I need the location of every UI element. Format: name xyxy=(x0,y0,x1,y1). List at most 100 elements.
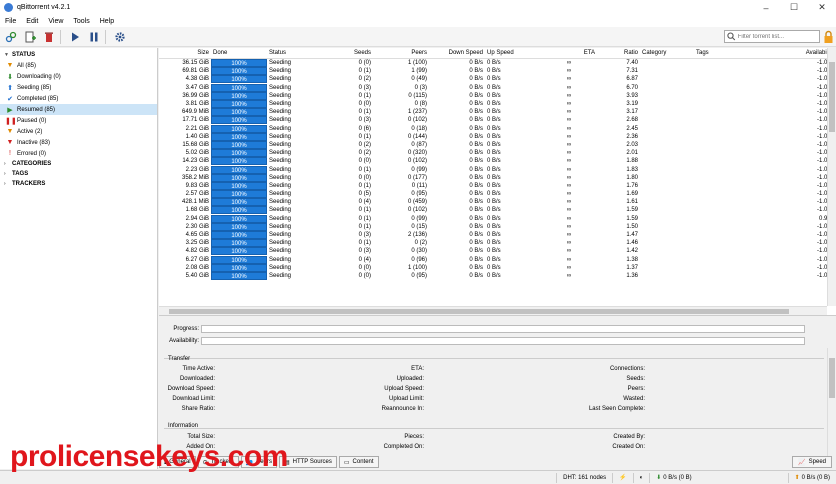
table-row[interactable]: 3.81 GiB 100% Seeding 0 (0) 0 (8) 0 B/s 0 B/s ∞… xyxy=(159,100,836,109)
column-header-done[interactable]: Done xyxy=(211,48,267,59)
upload-speed-status[interactable]: ⬆ 0 B/s (0 B) xyxy=(787,472,836,483)
menu-file[interactable]: File xyxy=(0,18,21,25)
speed-button[interactable]: 📈 Speed xyxy=(792,456,832,468)
column-header-tags[interactable]: Tags xyxy=(694,48,750,59)
cell-size: 2.23 GiB xyxy=(185,166,209,173)
horizontal-scrollbar[interactable] xyxy=(159,306,827,315)
sidebar-item-seeding[interactable]: ⬆ Seeding (85) xyxy=(0,82,157,93)
column-header-category[interactable]: Category xyxy=(640,48,694,59)
menu-view[interactable]: View xyxy=(43,18,68,25)
sidebar-item-active[interactable]: ▼ Active (2) xyxy=(0,126,157,137)
information-field-label: Completed On: xyxy=(383,444,424,450)
sidebar-item-paused[interactable]: ❚❚ Paused (0) xyxy=(0,115,157,126)
alt-speed-toggle[interactable]: ◐ xyxy=(632,472,650,483)
categories-section-header[interactable]: › CATEGORIES xyxy=(0,159,157,169)
cell-down-speed: 0 B/s xyxy=(469,248,483,255)
close-button[interactable]: ✕ xyxy=(808,0,836,15)
cell-eta: ∞ xyxy=(566,256,572,263)
cell-status: Seeding xyxy=(269,248,292,255)
column-header-ratio[interactable]: Ratio xyxy=(597,48,640,59)
cell-size: 4.65 GiB xyxy=(185,232,209,239)
pause-button[interactable] xyxy=(86,29,102,45)
sidebar-item-all[interactable]: ▼ All (85) xyxy=(0,60,157,71)
cell-eta: ∞ xyxy=(566,207,572,214)
tags-section-header[interactable]: › TAGS xyxy=(0,169,157,179)
table-row[interactable]: 358.2 MiB 100% Seeding 0 (0) 0 (177) 0 B/s 0 B… xyxy=(159,173,836,182)
add-torrent-file-button[interactable] xyxy=(22,29,38,45)
table-row[interactable]: 3.47 GiB 100% Seeding 0 (3) 0 (3) 0 B/s 0 B/s ∞… xyxy=(159,83,836,92)
delete-button[interactable] xyxy=(41,29,57,45)
column-header-seeds[interactable]: Seeds xyxy=(321,48,373,59)
menu-tools[interactable]: Tools xyxy=(68,18,94,25)
table-row[interactable]: 17.71 GiB 100% Seeding 0 (3) 0 (102) 0 B/s 0 B… xyxy=(159,116,836,125)
sidebar-item-inactive[interactable]: ▼ Inactive (83) xyxy=(0,137,157,148)
table-row[interactable]: 15.68 GiB 100% Seeding 0 (2) 0 (87) 0 B/s 0 B/… xyxy=(159,140,836,149)
cell-ratio: 1.42 xyxy=(626,248,638,255)
options-button[interactable] xyxy=(112,29,128,45)
table-row[interactable]: 36.99 GiB 100% Seeding 0 (1) 0 (115) 0 B/s 0 B… xyxy=(159,91,836,100)
table-row[interactable]: 5.02 GiB 100% Seeding 0 (2) 0 (320) 0 B/s 0 B/… xyxy=(159,149,836,158)
tab-content[interactable]: ▭ Content xyxy=(338,456,379,468)
column-header-size[interactable]: Size xyxy=(159,48,211,59)
table-row[interactable]: 69.81 GiB 100% Seeding 0 (1) 1 (99) 0 B/s 0 B/… xyxy=(159,67,836,76)
lock-icon[interactable] xyxy=(823,30,834,44)
cell-availability: -1.000 xyxy=(816,158,834,165)
table-row[interactable]: 649.9 MiB 100% Seeding 0 (1) 1 (237) 0 B/s 0 B… xyxy=(159,108,836,117)
maximize-button[interactable]: ☐ xyxy=(780,0,808,15)
table-row[interactable]: 4.38 GiB 100% Seeding 0 (2) 0 (49) 0 B/s 0 B/s… xyxy=(159,75,836,84)
trackers-section-header[interactable]: › TRACKERS xyxy=(0,179,157,189)
column-header-peers[interactable]: Peers xyxy=(373,48,429,59)
properties-scrollbar[interactable] xyxy=(827,348,836,467)
table-row[interactable]: 3.25 GiB 100% Seeding 0 (1) 0 (2) 0 B/s 0 B/s ∞… xyxy=(159,239,836,248)
minimize-button[interactable]: – xyxy=(752,0,780,15)
search-input[interactable] xyxy=(737,33,819,40)
cell-tags xyxy=(694,223,750,231)
table-row[interactable]: 6.27 GiB 100% Seeding 0 (4) 0 (96) 0 B/s 0 B/s… xyxy=(159,255,836,264)
table-row[interactable]: 1.68 GiB 100% Seeding 0 (1) 0 (102) 0 B/s 0 B/… xyxy=(159,206,836,215)
column-header-availability[interactable]: Availability xyxy=(750,48,836,59)
cell-eta: ∞ xyxy=(566,141,572,148)
sidebar-item-downloading[interactable]: ⬇ Downloading (0) xyxy=(0,71,157,82)
cell-availability: -1.000 xyxy=(816,191,834,198)
scrollbar-thumb[interactable] xyxy=(829,358,835,398)
table-row[interactable]: 1.40 GiB 100% Seeding 0 (1) 0 (144) 0 B/s 0 B/… xyxy=(159,132,836,141)
table-row[interactable]: 36.15 GiB 100% Seeding 0 (0) 1 (100) 0 B/s 0 B… xyxy=(159,59,836,68)
table-row[interactable]: 5.40 GiB 100% Seeding 0 (0) 0 (95) 0 B/s 0 B/s… xyxy=(159,271,836,280)
table-row[interactable]: 2.23 GiB 100% Seeding 0 (1) 0 (99) 0 B/s 0 B/s… xyxy=(159,165,836,174)
cell-eta: ∞ xyxy=(566,215,572,222)
table-row[interactable]: 2.08 GiB 100% Seeding 0 (0) 1 (100) 0 B/s 0 B/… xyxy=(159,263,836,272)
column-header-down-speed[interactable]: Down Speed xyxy=(429,48,485,59)
cell-done: 100% xyxy=(211,247,267,256)
sidebar-item-completed[interactable]: ✔ Completed (85) xyxy=(0,93,157,104)
sidebar-item-resumed[interactable]: ▶ Resumed (85) xyxy=(0,104,157,115)
menu-edit[interactable]: Edit xyxy=(21,18,43,25)
column-header-eta[interactable]: ETA xyxy=(541,48,597,59)
download-speed-status[interactable]: ⬇ 0 B/s (0 B) xyxy=(649,472,697,483)
scrollbar-thumb[interactable] xyxy=(829,62,835,132)
menu-help[interactable]: Help xyxy=(95,18,119,25)
torrent-filter-search[interactable] xyxy=(724,30,820,43)
table-row[interactable]: 2.94 GiB 100% Seeding 0 (1) 0 (99) 0 B/s 0 B/s… xyxy=(159,214,836,223)
table-row[interactable]: 2.21 GiB 100% Seeding 0 (6) 0 (18) 0 B/s 0 B/s… xyxy=(159,124,836,133)
status-section-header[interactable]: ▼ STATUS xyxy=(0,50,157,60)
connection-status[interactable]: ⚡ xyxy=(612,472,632,483)
column-header-up-speed[interactable]: Up Speed xyxy=(485,48,541,59)
table-row[interactable]: 2.30 GiB 100% Seeding 0 (1) 0 (15) 0 B/s 0 B/s… xyxy=(159,222,836,231)
add-torrent-link-button[interactable] xyxy=(3,29,19,45)
table-row[interactable]: 428.1 MiB 100% Seeding 0 (4) 0 (459) 0 B/s 0 B… xyxy=(159,198,836,207)
cell-ratio: 1.46 xyxy=(626,240,638,247)
table-row[interactable]: 4.65 GiB 100% Seeding 0 (3) 2 (136) 0 B/s 0 B/… xyxy=(159,231,836,240)
vertical-scrollbar[interactable] xyxy=(827,48,836,306)
scrollbar-thumb[interactable] xyxy=(169,309,789,314)
resume-button[interactable] xyxy=(67,29,83,45)
column-header-status[interactable]: Status xyxy=(267,48,321,59)
table-row[interactable]: 2.57 GiB 100% Seeding 0 (5) 0 (95) 0 B/s 0 B/s… xyxy=(159,190,836,199)
cell-down-speed: 0 B/s xyxy=(469,125,483,132)
table-row[interactable]: 4.82 GiB 100% Seeding 0 (3) 0 (30) 0 B/s 0 B/s… xyxy=(159,247,836,256)
table-row[interactable]: 14.23 GiB 100% Seeding 0 (0) 0 (102) 0 B/s 0 B… xyxy=(159,157,836,166)
sidebar-item-errored[interactable]: ! Errored (0) xyxy=(0,148,157,159)
cell-size: 6.27 GiB xyxy=(185,256,209,263)
cell-tags xyxy=(694,264,750,272)
transfer-group-title: Transfer xyxy=(168,356,191,362)
table-row[interactable]: 9.83 GiB 100% Seeding 0 (1) 0 (11) 0 B/s 0 B/s… xyxy=(159,181,836,190)
